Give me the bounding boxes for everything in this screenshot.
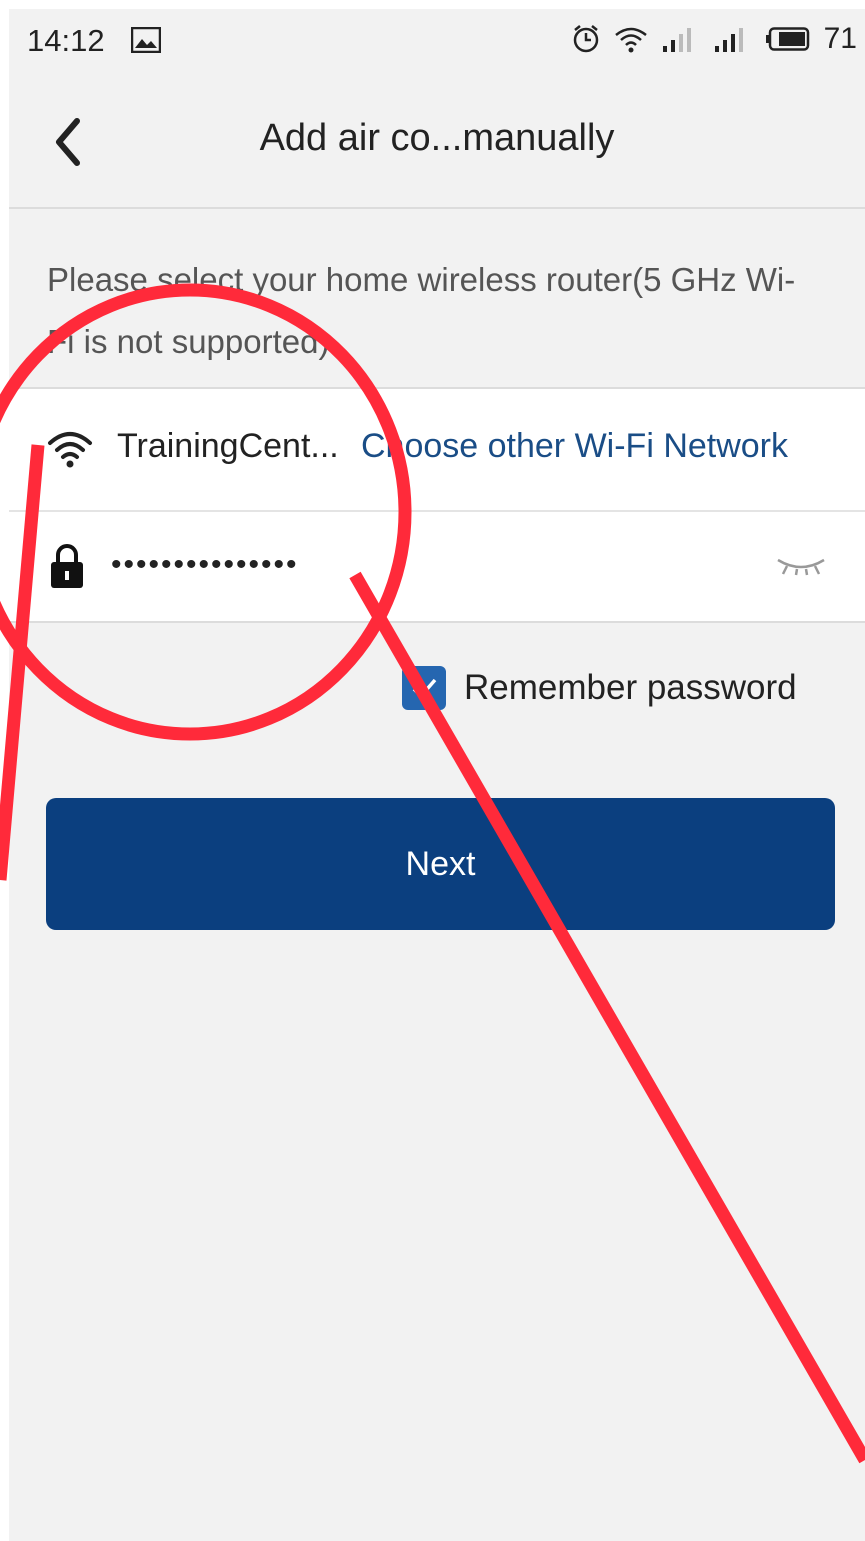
remember-checkbox[interactable] bbox=[402, 666, 446, 710]
status-bar: 14:12 71 bbox=[9, 9, 865, 77]
status-icons: 71 bbox=[572, 19, 857, 59]
next-button[interactable]: Next bbox=[46, 798, 835, 930]
status-time: 14:12 bbox=[27, 23, 105, 58]
signal-icon bbox=[662, 28, 691, 52]
lock-icon bbox=[51, 544, 83, 588]
wifi-status-icon bbox=[614, 27, 647, 53]
wifi-ssid: TrainingCent... bbox=[117, 427, 339, 465]
page-title: Add air co...manually bbox=[259, 117, 615, 159]
app-screen: 14:12 71 Add air co...manually Please se… bbox=[9, 9, 865, 1541]
password-input[interactable] bbox=[109, 534, 753, 596]
image-icon bbox=[131, 27, 161, 53]
eye-closed-icon[interactable] bbox=[775, 554, 827, 576]
header: Add air co...manually bbox=[9, 77, 865, 209]
wifi-row: TrainingCent... Choose other Wi-Fi Netwo… bbox=[9, 389, 865, 512]
check-icon bbox=[412, 678, 437, 699]
instruction-text: Please select your home wireless router(… bbox=[47, 261, 796, 360]
battery-level: 71 bbox=[823, 22, 857, 55]
remember-password-toggle[interactable]: Remember password bbox=[402, 663, 797, 713]
wifi-form: TrainingCent... Choose other Wi-Fi Netwo… bbox=[9, 387, 865, 623]
remember-password-label: Remember password bbox=[464, 668, 797, 707]
battery-icon bbox=[765, 27, 809, 51]
choose-other-wifi-link[interactable]: Choose other Wi-Fi Network bbox=[361, 427, 788, 466]
wifi-icon bbox=[48, 432, 92, 468]
password-row bbox=[9, 512, 865, 621]
signal-icon bbox=[714, 28, 743, 52]
alarm-icon bbox=[573, 25, 598, 53]
